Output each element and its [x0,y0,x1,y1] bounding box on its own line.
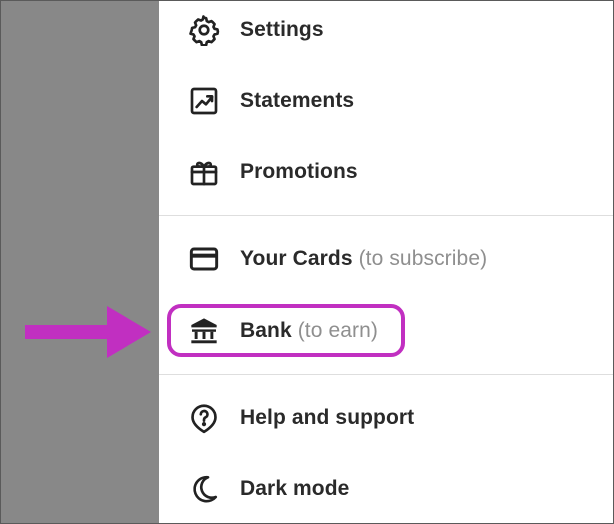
menu-divider [159,374,613,375]
help-icon [187,401,221,435]
menu-divider [159,215,613,216]
navigation-drawer: Settings Statements Promotions Your Card… [159,1,613,523]
bank-icon [187,314,221,348]
gift-icon [187,155,221,189]
menu-item-label: Statements [240,89,355,112]
menu-item-promotions[interactable]: Promotions [159,143,613,201]
moon-icon [187,472,221,506]
menu-item-hint: (to subscribe) [358,247,488,270]
menu-item-label: Help and support [240,406,415,429]
menu-item-hint: (to earn) [297,319,378,342]
menu-item-label: Your Cards [240,247,353,270]
menu-item-help-and-support[interactable]: Help and support [159,389,613,447]
menu-item-bank[interactable]: Bank (to earn) [159,302,613,360]
drawer-backdrop-overlay[interactable] [1,1,159,523]
credit-card-icon [187,242,221,276]
menu-item-text: Help and support [240,406,414,430]
menu-item-text: Settings [240,18,324,42]
menu-item-text: Statements [240,89,354,113]
menu-item-text: Bank (to earn) [240,319,378,343]
menu-item-label: Bank [240,319,292,342]
menu-item-your-cards[interactable]: Your Cards (to subscribe) [159,230,613,288]
menu-item-label: Settings [240,18,324,41]
gear-icon [187,13,221,47]
menu-item-text: Dark mode [240,477,349,501]
chart-line-icon [187,84,221,118]
menu-item-statements[interactable]: Statements [159,72,613,130]
screenshot-frame: Settings Statements Promotions Your Card… [0,0,614,524]
menu-item-text: Promotions [240,160,358,184]
menu-item-dark-mode[interactable]: Dark mode [159,460,613,518]
menu-item-label: Dark mode [240,477,350,500]
menu-item-label: Promotions [240,160,358,183]
menu-item-text: Your Cards (to subscribe) [240,247,487,271]
menu-item-settings[interactable]: Settings [159,1,613,59]
